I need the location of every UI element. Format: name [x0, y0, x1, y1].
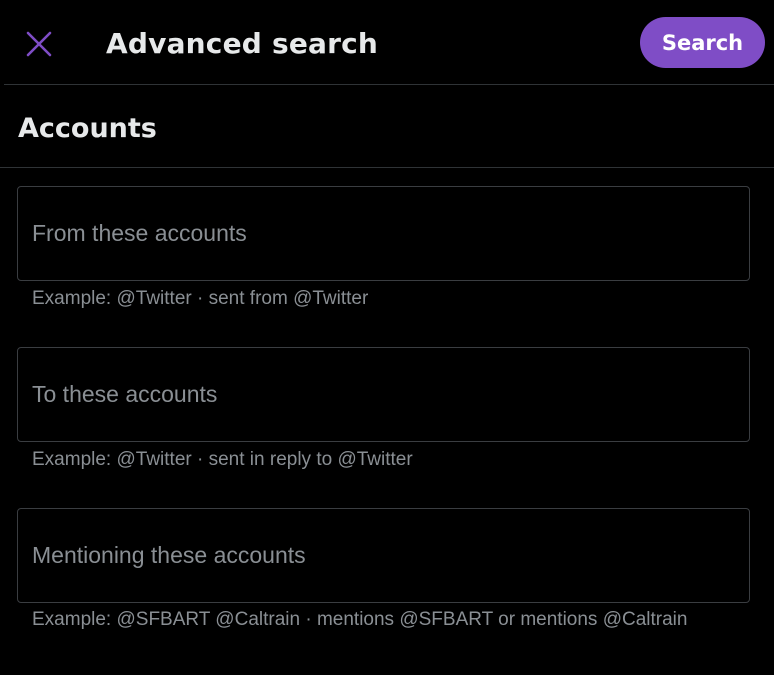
mentioning-accounts-hint: Example: @SFBART @Caltrain · mentions @S…: [32, 609, 688, 630]
from-accounts-hint: Example: @Twitter · sent from @Twitter: [32, 288, 369, 309]
page-title: Advanced search: [106, 27, 379, 60]
close-button[interactable]: [19, 24, 59, 64]
to-accounts-input[interactable]: [32, 348, 732, 441]
section-title-accounts: Accounts: [18, 113, 157, 144]
from-accounts-input[interactable]: [32, 187, 732, 280]
to-accounts-hint: Example: @Twitter · sent in reply to @Tw…: [32, 449, 413, 470]
header-divider: [4, 84, 774, 85]
header-bar: Advanced search Search: [0, 0, 774, 85]
close-icon: [26, 31, 52, 57]
mentioning-accounts-field[interactable]: [17, 508, 750, 603]
section-divider: [0, 167, 774, 168]
search-button[interactable]: Search: [640, 17, 765, 68]
to-accounts-field[interactable]: [17, 347, 750, 442]
from-accounts-field[interactable]: [17, 186, 750, 281]
mentioning-accounts-input[interactable]: [32, 509, 732, 602]
